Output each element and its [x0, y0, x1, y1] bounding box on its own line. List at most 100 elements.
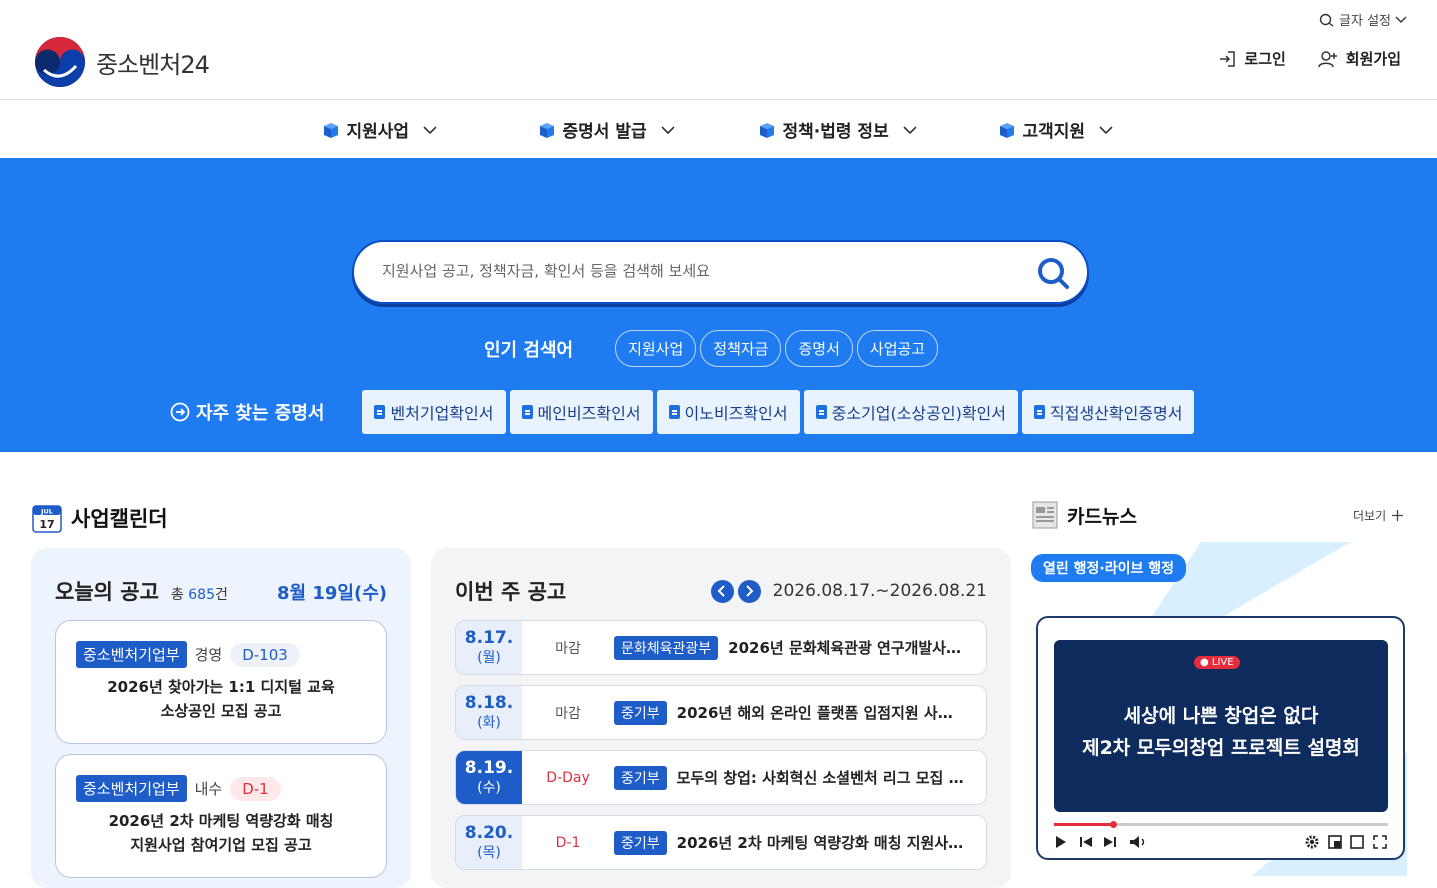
theater-mode-icon[interactable]: [1350, 835, 1364, 849]
department-badge: 중소벤처기업부: [76, 641, 187, 668]
gnb-certificate[interactable]: 증명서 발급: [517, 101, 737, 158]
certificate-shortcut[interactable]: 메인비즈확인서: [509, 390, 653, 434]
weekly-notice-row[interactable]: 8.18. (화) 마감 중기부 2026년 해외 온라인 플랫폼 입점지원 사업…: [455, 685, 987, 740]
prev-week-button[interactable]: [710, 579, 734, 603]
login-label: 로그인: [1244, 50, 1286, 68]
dday-badge: D-103: [230, 642, 300, 667]
plus-icon: [1392, 510, 1404, 521]
popular-keyword-chip[interactable]: 정책자금: [700, 330, 782, 367]
cube-icon: [323, 122, 338, 138]
skip-back-icon[interactable]: [1080, 837, 1092, 847]
taegeuk-logo-icon: [35, 37, 85, 87]
category-label: 경영: [194, 646, 223, 664]
weekday-text: (월): [477, 649, 501, 666]
section-title-text: 카드뉴스: [1067, 505, 1137, 528]
user-add-icon: [1318, 50, 1337, 67]
cardnews-category-badge: 열린 행정·라이브 행정: [1031, 554, 1186, 582]
more-link[interactable]: 더보기: [1353, 507, 1404, 524]
cube-icon: [759, 122, 774, 138]
weekly-notice-row[interactable]: 8.17. (월) 마감 문화체육관광부 2026년 문화체육관광 연구개발사업 …: [455, 620, 987, 675]
notice-status: 마감: [555, 705, 581, 722]
popular-keyword-chip[interactable]: 사업공고: [856, 330, 939, 367]
count-prefix: 총: [170, 587, 184, 603]
certificate-label: 벤처기업확인서: [390, 404, 494, 423]
search-input[interactable]: [382, 262, 1002, 280]
video-headline-line: 세상에 나쁜 창업은 없다: [1123, 705, 1319, 727]
next-week-button[interactable]: [737, 579, 761, 603]
cube-icon: [539, 122, 554, 138]
document-icon: [815, 405, 827, 419]
calendar-icon-day: 17: [39, 518, 54, 531]
document-icon: [374, 405, 386, 419]
fullscreen-icon[interactable]: [1373, 835, 1387, 849]
frequent-certificates-label: 자주 찾는 증명서: [170, 399, 324, 425]
document-icon: [1034, 405, 1045, 419]
today-notices-title: 오늘의 공고: [55, 580, 159, 604]
certificate-label: 직접생산확인증명서: [1050, 404, 1183, 423]
font-setting-button[interactable]: 글자 설정: [1319, 10, 1407, 29]
gnb-support-business[interactable]: 지원사업: [301, 101, 517, 158]
notice-title: 2026년 문화체육관광 연구개발사업 신규과제 공모: [728, 639, 968, 657]
notice-card[interactable]: 중소벤처기업부 경영 D-103 2026년 찾아가는 1:1 디지털 교육 소…: [55, 620, 387, 744]
signup-button[interactable]: 회원가입: [1318, 48, 1401, 69]
progress-handle[interactable]: [1110, 821, 1117, 828]
cardnews-card[interactable]: 열린 행정·라이브 행정 ● LIVE 세상에 나쁜 창업은 없다 제2차 모두…: [1031, 542, 1407, 876]
calendar-icon: JUL 17: [32, 505, 62, 533]
play-icon[interactable]: [1056, 836, 1066, 848]
document-icon: [521, 405, 533, 419]
gnb-label: 고객지원: [1022, 122, 1086, 142]
gnb-customer-support[interactable]: 고객지원: [977, 101, 1137, 158]
frequent-label-text: 자주 찾는 증명서: [196, 403, 325, 424]
calendar-icon-month: JUL: [40, 508, 53, 516]
certificate-shortcut[interactable]: 중소기업(소상공인)확인서: [803, 390, 1018, 434]
notice-card[interactable]: 중소벤처기업부 내수 D-1 2026년 2차 마케팅 역량강화 매칭 지원사업…: [55, 754, 387, 878]
site-logo[interactable]: 중소벤처24: [34, 36, 210, 88]
chevron-down-icon: [423, 125, 437, 134]
gnb-label: 지원사업: [346, 122, 410, 142]
weekly-notice-row[interactable]: 8.20. (목) D-1 중기부 2026년 2차 마케팅 역량강화 매칭 지원…: [455, 815, 987, 870]
dday-badge: D-1: [230, 776, 281, 801]
signup-label: 회원가입: [1345, 50, 1401, 68]
popular-keyword-chip[interactable]: 증명서: [785, 330, 853, 367]
progress-fill: [1054, 823, 1112, 826]
weekly-notices-title: 이번 주 공고: [455, 580, 567, 604]
certificate-shortcut[interactable]: 이노비즈확인서: [656, 390, 800, 434]
notice-status: D-1: [555, 834, 581, 851]
login-button[interactable]: 로그인: [1218, 48, 1286, 69]
weekday-text: (목): [477, 844, 501, 861]
cube-icon: [999, 122, 1014, 138]
notice-title: 2026년 찾아가는 1:1 디지털 교육 소상공인 모집 공고: [56, 675, 386, 723]
gear-icon[interactable]: [1305, 835, 1319, 849]
today-notices-panel: 오늘의 공고 총 685건 8월 19일(수) 중소벤처기업부 경영 D-103…: [31, 548, 411, 888]
notice-title: 2026년 해외 온라인 플랫폼 입점지원 사업 공고: [676, 704, 961, 722]
video-screen: ● LIVE 세상에 나쁜 창업은 없다 제2차 모두의창업 프로젝트 설명회: [1054, 640, 1388, 812]
login-icon: [1220, 50, 1236, 67]
week-range: 2026.08.17.~2026.08.21: [772, 581, 987, 601]
notice-title: 2026년 2차 마케팅 역량강화 매칭 지원사업 공고: [676, 834, 971, 852]
certificate-shortcut[interactable]: 벤처기업확인서: [362, 390, 506, 434]
site-header: 중소벤처24 글자 설정 로그인 회원가입: [0, 0, 1437, 100]
department-badge: 중기부: [614, 700, 667, 725]
video-controls: [1056, 835, 1387, 849]
notice-title: 2026년 2차 마케팅 역량강화 매칭 지원사업 참여기업 모집 공고: [56, 809, 386, 857]
volume-icon[interactable]: [1130, 836, 1145, 848]
logo-text: 중소벤처24: [96, 50, 210, 79]
notice-date: 8.19. (수): [456, 751, 522, 804]
video-headline-line: 제2차 모두의창업 프로젝트 설명회: [1082, 737, 1360, 759]
video-progress-bar[interactable]: [1054, 821, 1388, 828]
gnb-policy-law[interactable]: 정책·법령 정보: [737, 101, 977, 158]
search-box: [352, 240, 1089, 304]
search-icon[interactable]: [1035, 255, 1071, 291]
department-badge: 중소벤처기업부: [76, 775, 187, 802]
skip-forward-icon[interactable]: [1104, 837, 1116, 847]
certificate-label: 메인비즈확인서: [537, 404, 641, 423]
video-headline: 세상에 나쁜 창업은 없다 제2차 모두의창업 프로젝트 설명회: [1054, 700, 1388, 764]
chevron-down-icon: [1395, 16, 1407, 23]
certificate-shortcut[interactable]: 직접생산확인증명서: [1022, 390, 1195, 434]
video-player[interactable]: ● LIVE 세상에 나쁜 창업은 없다 제2차 모두의창업 프로젝트 설명회: [1036, 616, 1405, 860]
popular-keyword-chip[interactable]: 지원사업: [615, 330, 697, 367]
frequent-certificates: 자주 찾는 증명서 벤처기업확인서 메인비즈확인서 이노비즈확인서 중소기업(소…: [170, 390, 1198, 434]
miniplayer-icon[interactable]: [1328, 835, 1342, 849]
weekly-notice-row[interactable]: 8.19. (수) D-Day 중기부 모두의 창업: 사회혁신 소셜벤처 리그 …: [455, 750, 987, 805]
notice-date: 8.17. (월): [456, 621, 522, 674]
